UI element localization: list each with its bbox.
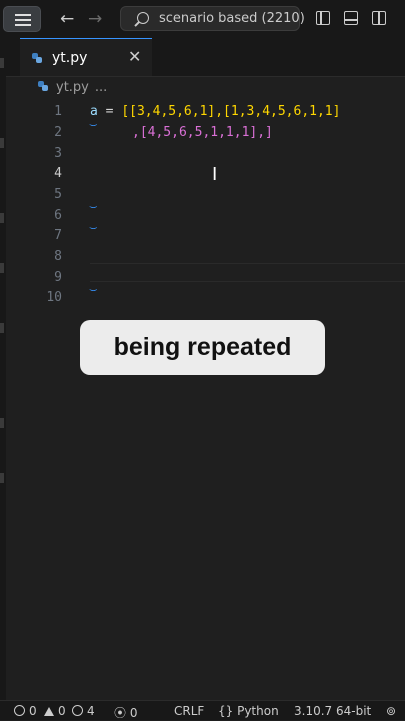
code-line-2: ,[4,5,6,5,1,1,1],] <box>132 125 273 140</box>
notifications-icon[interactable]: ⊚ <box>386 704 396 718</box>
squiggle-marker: ‿ <box>90 196 97 209</box>
code-line-1: a = [[3,4,5,6,1],[1,3,4,5,6,1,1] <box>90 104 340 119</box>
line-number: 6 <box>54 208 62 223</box>
status-bar: 0 0 4 ⦿ 0 CRLF {} Python 3.10.7 64-bit ⊚ <box>0 700 405 720</box>
error-icon <box>14 705 25 716</box>
tab-yt-py[interactable]: yt.py ✕ <box>20 38 152 76</box>
activity-item[interactable] <box>0 323 4 333</box>
problems-indicator[interactable]: 0 <box>14 704 37 718</box>
toggle-secondary-sidebar-icon[interactable] <box>372 11 386 25</box>
hamburger-icon <box>15 14 31 16</box>
line-number: 1 <box>54 104 62 119</box>
assign-operator: = <box>97 104 122 119</box>
activity-item[interactable] <box>0 473 4 483</box>
line-number: 10 <box>46 290 62 305</box>
squiggle-marker: ‿ <box>90 279 97 292</box>
list-literal-continued: ,[4,5,6,5,1,1,1],] <box>132 125 273 140</box>
editor-tab-bar: yt.py ✕ <box>6 38 405 77</box>
python-file-icon <box>32 53 42 63</box>
language-label: Python <box>237 704 279 718</box>
hamburger-icon-line <box>15 19 31 21</box>
search-text: scenario based (2210) <box>159 11 305 26</box>
menu-button[interactable] <box>3 6 41 32</box>
braces-icon: {} <box>218 704 238 718</box>
toggle-sidebar-icon[interactable] <box>316 11 330 25</box>
interpreter-indicator[interactable]: 3.10.7 64-bit <box>294 704 371 718</box>
info-indicator[interactable]: 4 <box>72 704 95 718</box>
line-number: 8 <box>54 249 62 264</box>
forward-arrow-icon[interactable]: → <box>88 9 102 29</box>
ports-count: 0 <box>129 706 138 720</box>
warning-icon <box>44 707 54 716</box>
warning-count: 0 <box>58 704 66 718</box>
current-line-highlight <box>90 263 405 282</box>
warnings-indicator[interactable]: 0 <box>44 704 66 718</box>
line-number: 2 <box>54 125 62 140</box>
line-number: 3 <box>54 146 62 161</box>
line-number: 9 <box>54 270 62 285</box>
squiggle-marker: ‿ <box>90 114 97 127</box>
text-cursor-icon: I <box>212 164 218 185</box>
hamburger-icon-line <box>15 24 31 26</box>
close-icon[interactable]: ✕ <box>128 47 141 66</box>
error-count: 0 <box>29 704 37 718</box>
back-arrow-icon[interactable]: ← <box>60 9 74 29</box>
squiggle-marker: ‿ <box>90 217 97 230</box>
toggle-panel-icon[interactable] <box>344 11 358 25</box>
activity-item[interactable] <box>0 418 4 428</box>
language-mode[interactable]: {} Python <box>218 704 279 718</box>
video-caption: being repeated <box>80 320 325 375</box>
tab-label: yt.py <box>52 50 88 66</box>
info-count: 4 <box>87 704 95 718</box>
python-file-icon <box>38 81 48 91</box>
code-editor[interactable]: 1 2 3 4 5 6 7 8 9 10 a = [[3,4,5,6,1],[1… <box>0 100 405 310</box>
ports-indicator[interactable]: ⦿ 0 <box>114 704 137 721</box>
broadcast-icon: ⦿ <box>114 706 130 720</box>
list-literal: [[3,4,5,6,1],[1,3,4,5,6,1,1] <box>121 104 341 119</box>
breadcrumb-more[interactable]: ... <box>95 80 107 95</box>
command-center-search[interactable]: scenario based (2210) <box>120 6 305 31</box>
line-number-active: 4 <box>54 166 62 181</box>
breadcrumb: yt.py... <box>38 80 107 95</box>
info-icon <box>72 705 83 716</box>
activity-item[interactable] <box>0 58 4 68</box>
line-number: 7 <box>54 228 62 243</box>
line-number: 5 <box>54 187 62 202</box>
search-icon <box>137 12 149 24</box>
eol-indicator[interactable]: CRLF <box>174 704 204 718</box>
title-bar: ← → scenario based (2210) <box>0 0 405 38</box>
breadcrumb-file[interactable]: yt.py <box>56 80 89 95</box>
